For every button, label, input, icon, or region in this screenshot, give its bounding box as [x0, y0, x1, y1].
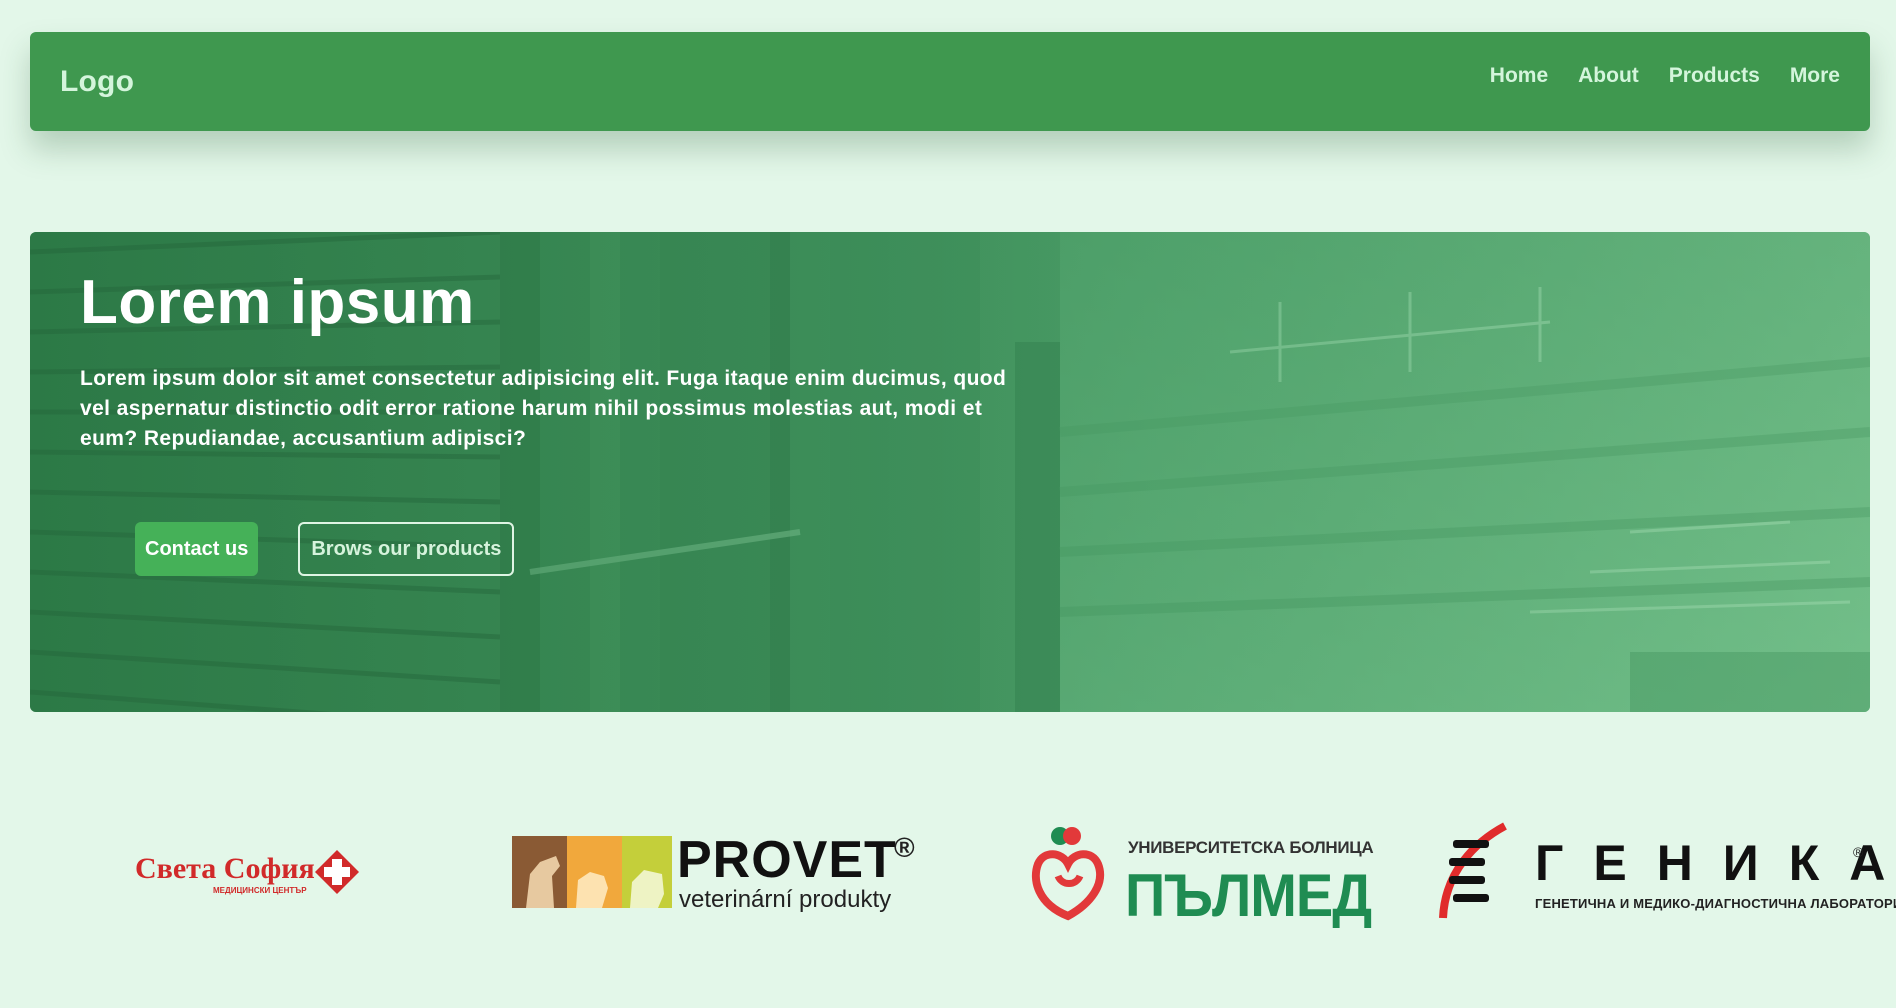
partner-provet-registered-mark: ® — [894, 832, 915, 863]
browse-products-button[interactable]: Brows our products — [298, 522, 515, 576]
logo[interactable]: Logo — [60, 65, 134, 99]
partner-sveta-sofia-subtitle: МЕДИЦИНСКИ ЦЕНТЪР — [213, 886, 307, 895]
partner-provet[interactable]: PROVET ® veterinární produkty — [512, 810, 932, 930]
partners-logos: Света София МЕДИЦИНСКИ ЦЕНТЪР PROVET ® v… — [0, 810, 1896, 930]
nav-link-more[interactable]: More — [1790, 64, 1840, 88]
hero-title: Lorem ipsum — [80, 268, 475, 337]
hero-content: Lorem ipsum Lorem ipsum dolor sit amet c… — [80, 272, 1040, 454]
animals-icon — [512, 836, 672, 908]
hero-buttons: Contact us Brows our products — [135, 522, 515, 576]
partner-sveta-sofia[interactable]: Света София МЕДИЦИНСКИ ЦЕНТЪР — [135, 810, 375, 930]
partner-sveta-sofia-name: Света София — [135, 852, 315, 885]
partner-genika-name: ГЕНИКА — [1535, 835, 1896, 891]
dna-icon — [1439, 822, 1507, 919]
nav-link-home[interactable]: Home — [1490, 64, 1548, 88]
partner-provet-name: PROVET — [677, 831, 897, 889]
partner-palmed[interactable]: УНИВЕРСИТЕТСКА БОЛНИЦА ПЪЛМЕД — [1028, 810, 1374, 930]
partner-genika[interactable]: ГЕНИКА ® ГЕНЕТИЧНА И МЕДИКО-ДИАГНОСТИЧНА… — [1435, 810, 1896, 930]
heart-icon — [1031, 827, 1104, 921]
nav-links: Home About Products More — [1490, 64, 1840, 88]
partner-provet-subtitle: veterinární produkty — [679, 886, 892, 913]
navbar: Logo Home About Products More — [30, 32, 1870, 131]
partner-palmed-name: ПЪЛМЕД — [1125, 861, 1372, 930]
nav-link-about[interactable]: About — [1578, 64, 1639, 88]
hero-description: Lorem ipsum dolor sit amet consectetur a… — [80, 367, 1007, 450]
partner-genika-registered-mark: ® — [1853, 844, 1864, 860]
contact-us-button[interactable]: Contact us — [135, 522, 259, 576]
partner-genika-subtitle: ГЕНЕТИЧНА И МЕДИКО-ДИАГНОСТИЧНА ЛАБОРАТО… — [1535, 896, 1896, 911]
partner-palmed-subtitle: УНИВЕРСИТЕТСКА БОЛНИЦА — [1128, 838, 1374, 857]
red-cross-icon — [315, 850, 359, 894]
hero-section: Lorem ipsum Lorem ipsum dolor sit amet c… — [30, 232, 1870, 712]
nav-link-products[interactable]: Products — [1669, 64, 1760, 88]
